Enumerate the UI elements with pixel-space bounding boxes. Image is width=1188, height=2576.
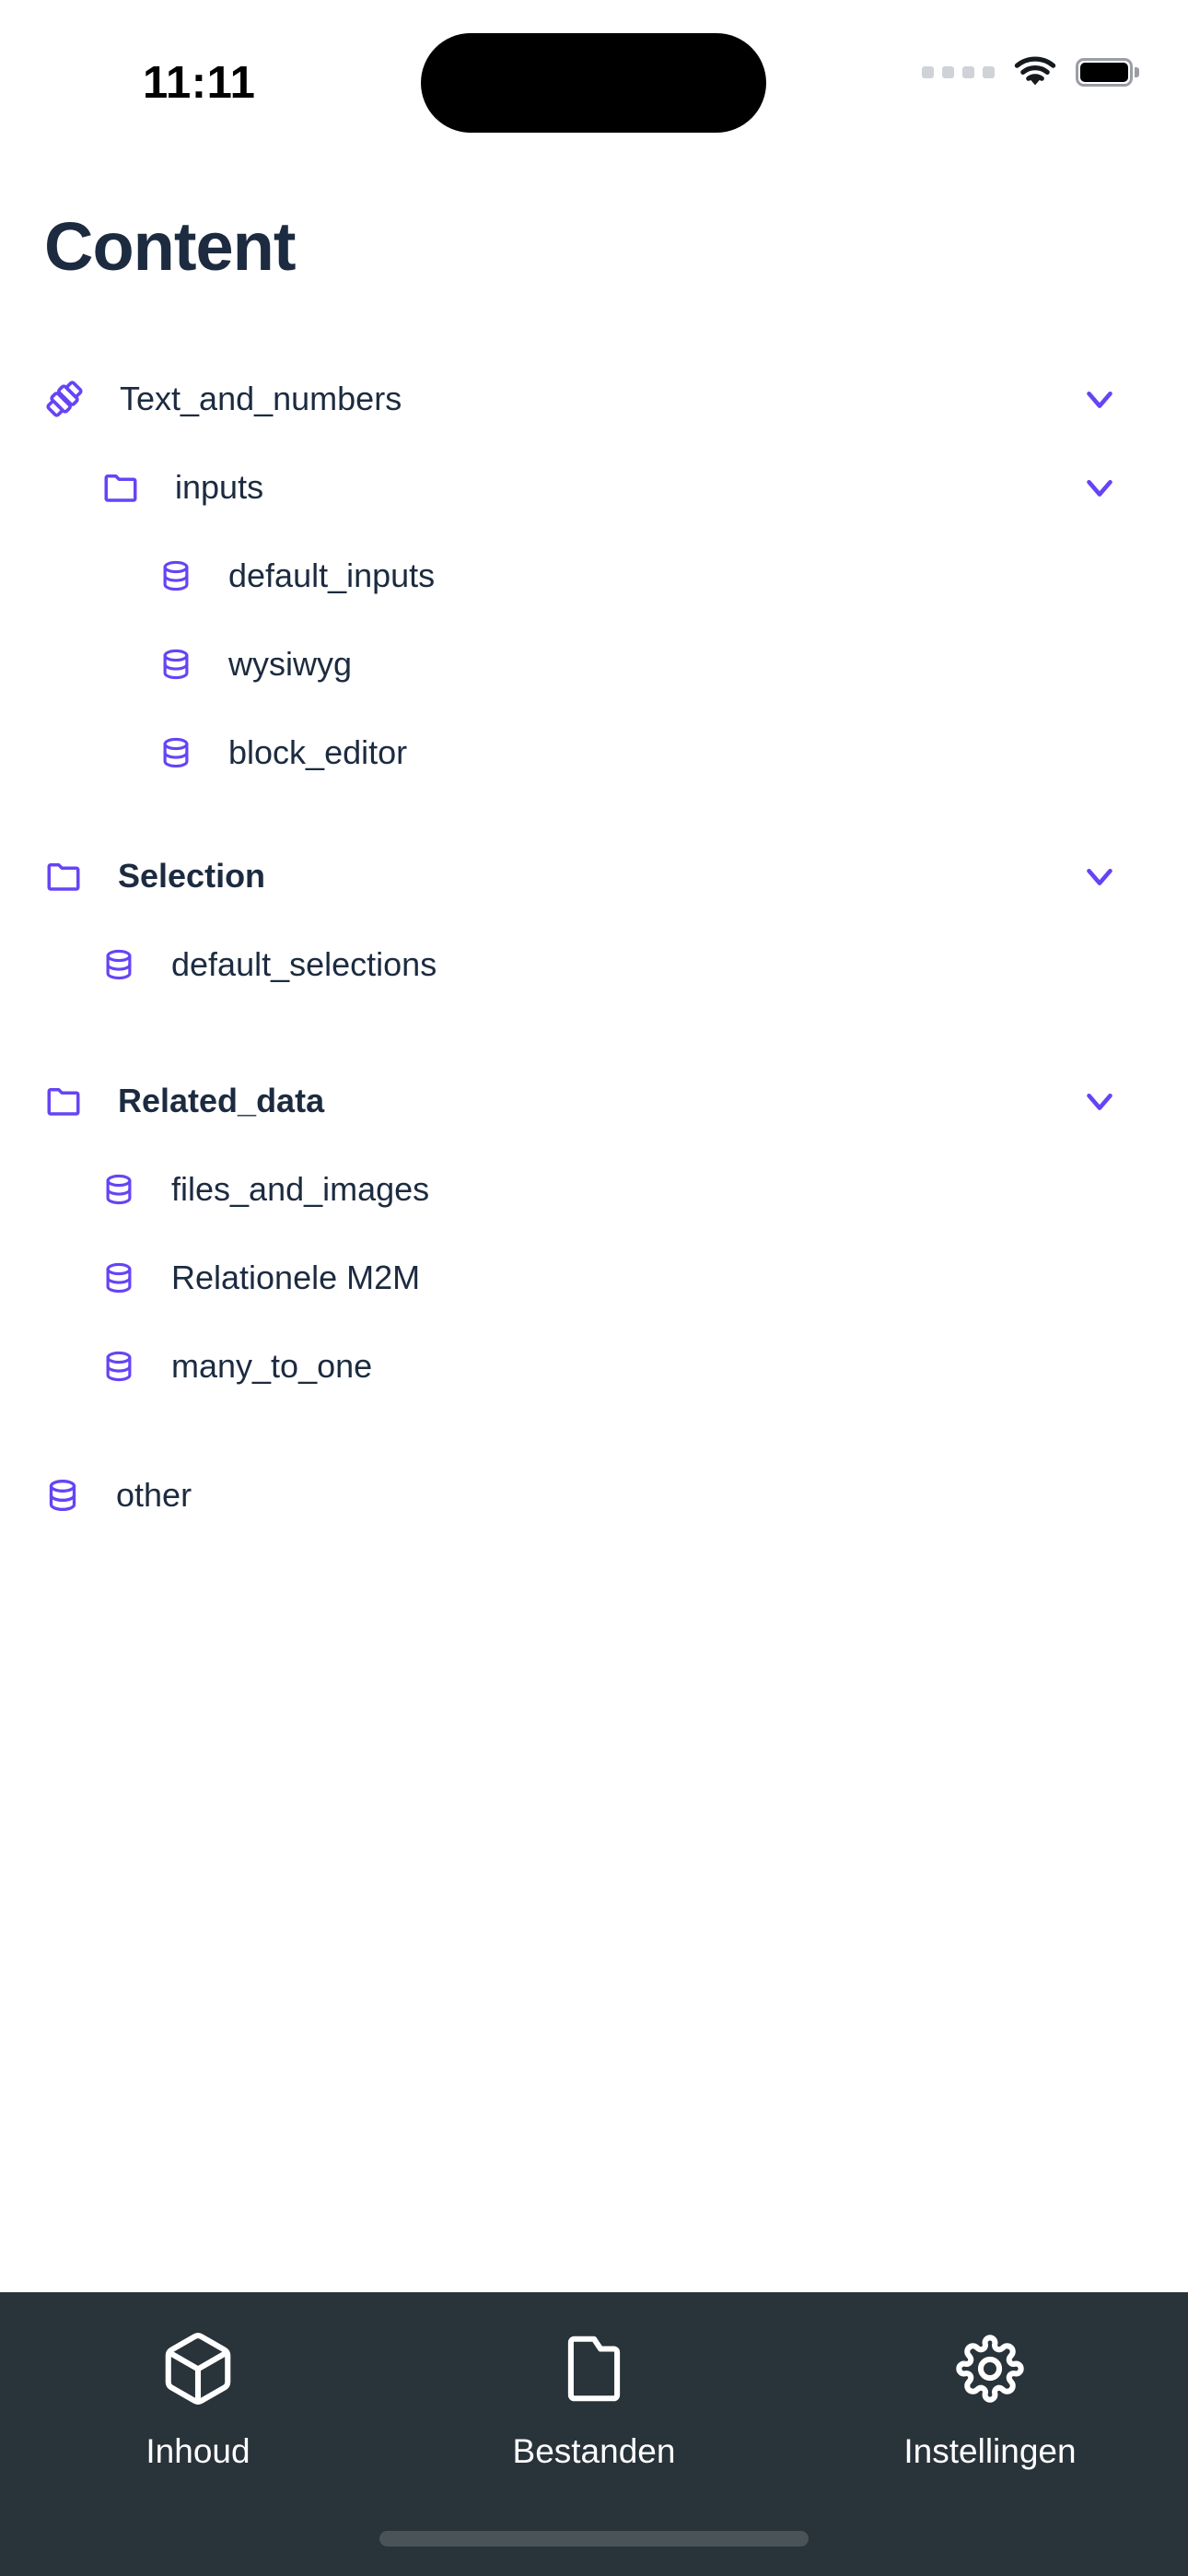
page-title: Content	[44, 208, 296, 285]
tree-item-block-editor[interactable]: block_editor	[0, 708, 1188, 797]
cellular-dots-icon	[922, 65, 995, 78]
gear-icon	[950, 2329, 1030, 2408]
tree-item-label: other	[116, 1476, 192, 1514]
tree-item-label: block_editor	[228, 733, 408, 771]
database-icon	[44, 1477, 81, 1514]
database-icon	[101, 1260, 136, 1295]
folder-icon	[554, 2329, 634, 2408]
database-icon	[101, 947, 136, 982]
tree-item-label: Selection	[118, 857, 266, 895]
folder-icon	[44, 857, 83, 896]
tab-bestanden[interactable]: Bestanden	[396, 2329, 792, 2471]
dynamic-island	[421, 33, 766, 133]
tree-item-inputs[interactable]: inputs	[0, 443, 1188, 532]
tree-item-other[interactable]: other	[0, 1451, 1188, 1540]
tree-item-many-to-one[interactable]: many_to_one	[0, 1322, 1188, 1411]
tree-item-default-inputs[interactable]: default_inputs	[0, 532, 1188, 620]
tree-item-label: files_and_images	[171, 1170, 430, 1208]
tree-item-text-and-numbers[interactable]: Text_and_numbers	[0, 355, 1188, 443]
content-tree: Text_and_numbers inputs default_inputs w…	[0, 355, 1188, 1540]
wifi-icon	[1013, 55, 1057, 88]
tree-item-label: Relationele M2M	[171, 1259, 421, 1296]
tree-item-relationele-m2m[interactable]: Relationele M2M	[0, 1234, 1188, 1322]
box-icon	[158, 2329, 238, 2408]
bottom-tab-bar: Inhoud Bestanden Instellingen	[0, 2292, 1188, 2576]
chevron-down-icon[interactable]	[1074, 1075, 1125, 1127]
tree-item-related-data[interactable]: Related_data	[0, 1057, 1188, 1145]
database-icon	[101, 1349, 136, 1384]
tree-item-wysiwyg[interactable]: wysiwyg	[0, 620, 1188, 708]
status-bar-indicators	[922, 55, 1139, 88]
chevron-down-icon[interactable]	[1074, 373, 1125, 425]
home-indicator[interactable]	[379, 2531, 809, 2547]
database-icon	[158, 735, 193, 770]
tree-item-label: Related_data	[118, 1082, 325, 1119]
database-icon	[158, 558, 193, 593]
folder-icon	[101, 468, 140, 507]
tree-item-default-selections[interactable]: default_selections	[0, 920, 1188, 1009]
tree-item-label: wysiwyg	[228, 645, 353, 683]
chevron-down-icon[interactable]	[1074, 850, 1125, 902]
tree-item-files-and-images[interactable]: files_and_images	[0, 1145, 1188, 1234]
status-bar-time: 11:11	[143, 58, 256, 108]
folder-icon	[44, 1082, 83, 1120]
tab-instellingen[interactable]: Instellingen	[792, 2329, 1188, 2471]
tree-item-label: default_inputs	[228, 556, 436, 594]
database-icon	[101, 1172, 136, 1207]
status-bar: 11:11	[0, 0, 1188, 138]
tab-inhoud[interactable]: Inhoud	[0, 2329, 396, 2471]
chevron-down-icon[interactable]	[1074, 462, 1125, 513]
battery-full-icon	[1076, 57, 1139, 87]
tab-label: Bestanden	[512, 2432, 676, 2470]
database-icon	[158, 647, 193, 682]
tree-item-label: many_to_one	[171, 1347, 373, 1385]
tree-item-label: Text_and_numbers	[120, 380, 402, 417]
tab-label: Inhoud	[146, 2432, 250, 2470]
tab-label: Instellingen	[903, 2432, 1077, 2470]
phone-screen: 11:11 Content Text_and_numbers inputs de…	[0, 0, 1188, 2576]
tree-item-label: inputs	[175, 468, 264, 506]
tree-item-selection[interactable]: Selection	[0, 832, 1188, 920]
tree-item-label: default_selections	[171, 945, 437, 983]
blocks-icon	[44, 379, 85, 419]
